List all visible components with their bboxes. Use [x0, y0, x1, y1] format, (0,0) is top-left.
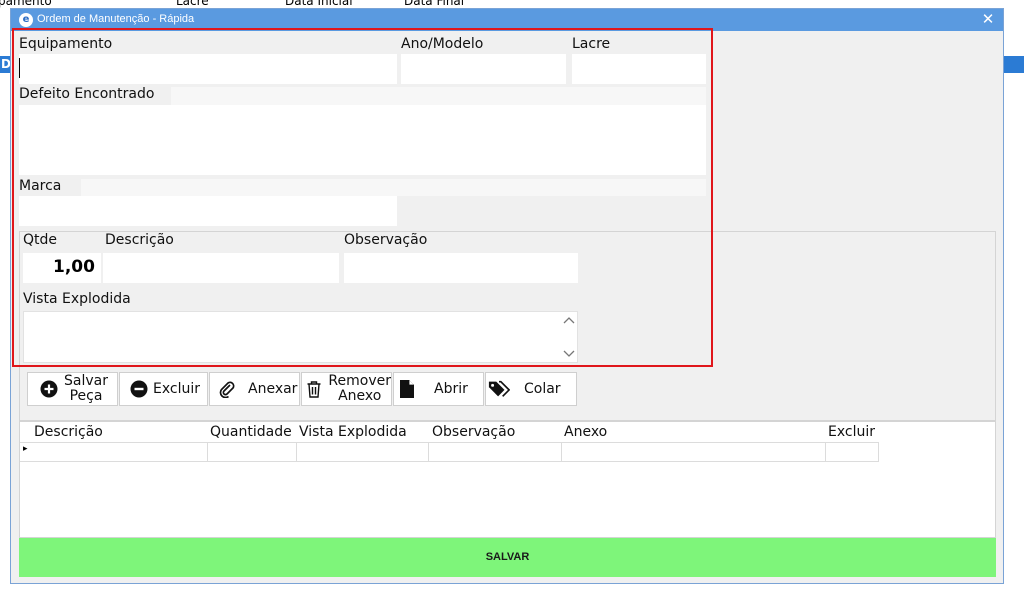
defeito-label-strip	[171, 87, 706, 105]
vista-explodida-label: Vista Explodida	[23, 291, 131, 307]
equipamento-input[interactable]	[19, 54, 397, 84]
pecas-table: Descrição Quantidade Vista Explodida Obs…	[19, 421, 996, 538]
table-header-observacao[interactable]: Observação	[432, 424, 515, 440]
window-title: Ordem de Manutenção - Rápida	[37, 13, 195, 25]
table-header-descricao[interactable]: Descrição	[34, 424, 103, 440]
salvar-peca-label-1: Salvar	[64, 373, 108, 389]
background-right-tab	[1004, 56, 1024, 73]
trash-icon	[304, 378, 324, 400]
maintenance-order-dialog: e Ordem de Manutenção - Rápida ✕ Equipam…	[10, 8, 1004, 584]
text-caret	[19, 58, 20, 78]
paperclip-icon	[216, 378, 238, 400]
marca-input[interactable]	[19, 196, 397, 226]
salvar-peca-label-2: Peça	[69, 388, 103, 404]
excluir-button[interactable]: Excluir	[119, 372, 208, 406]
table-cell[interactable]	[428, 442, 562, 462]
remover-anexo-label-2: Anexo	[338, 388, 382, 404]
title-bar[interactable]: e Ordem de Manutenção - Rápida ✕	[11, 9, 1003, 31]
scroll-down-icon[interactable]	[563, 348, 575, 361]
background-col-equipamento: pamento	[0, 0, 52, 8]
file-icon	[396, 378, 418, 400]
table-cell[interactable]: ▸	[20, 442, 208, 462]
remover-anexo-button[interactable]: Remover Anexo	[301, 372, 392, 406]
colar-label: Colar	[524, 380, 561, 397]
abrir-button[interactable]: Abrir	[393, 372, 484, 406]
descricao-label: Descrição	[105, 232, 174, 248]
minus-circle-icon	[128, 378, 150, 400]
row-indicator-icon: ▸	[23, 444, 28, 454]
vista-explodida-textarea[interactable]	[23, 311, 578, 363]
observacao-input[interactable]	[344, 253, 578, 283]
table-header-excluir[interactable]: Excluir	[828, 424, 875, 440]
salvar-peca-button[interactable]: Salvar Peça	[27, 372, 118, 406]
abrir-label: Abrir	[434, 380, 468, 397]
background-header-strip: pamento Lacre Data Inicial Data Final	[0, 0, 1024, 8]
background-left-tab: D	[0, 56, 11, 73]
anexar-button[interactable]: Anexar	[209, 372, 300, 406]
ano-modelo-label: Ano/Modelo	[401, 36, 484, 52]
table-cell[interactable]	[296, 442, 429, 462]
anexar-label: Anexar	[248, 380, 298, 397]
plus-circle-icon	[38, 378, 60, 400]
marca-label-strip	[81, 179, 706, 196]
defeito-textarea[interactable]	[19, 105, 706, 175]
descricao-input[interactable]	[103, 253, 339, 283]
background-col-data-inicial: Data Inicial	[285, 0, 353, 8]
background-col-data-final: Data Final	[404, 0, 465, 8]
observacao-label: Observação	[344, 232, 428, 248]
lacre-label: Lacre	[572, 36, 611, 52]
scroll-up-icon[interactable]	[563, 314, 575, 327]
table-cell[interactable]	[207, 442, 297, 462]
ano-modelo-input[interactable]	[401, 54, 566, 84]
qtde-input[interactable]: 1,00	[23, 253, 101, 283]
salvar-button[interactable]: SALVAR	[19, 538, 996, 577]
marca-label: Marca	[19, 178, 62, 194]
tags-icon	[488, 378, 510, 400]
app-icon: e	[19, 13, 33, 27]
qtde-label: Qtde	[23, 232, 58, 248]
excluir-label: Excluir	[153, 380, 200, 397]
lacre-input[interactable]	[572, 54, 706, 84]
equipamento-label: Equipamento	[19, 36, 113, 52]
table-header-quantidade[interactable]: Quantidade	[210, 424, 292, 440]
table-cell[interactable]	[825, 442, 879, 462]
colar-button[interactable]: Colar	[485, 372, 577, 406]
table-cell[interactable]	[561, 442, 826, 462]
table-header-vista-explodida[interactable]: Vista Explodida	[299, 424, 407, 440]
qtde-value: 1,00	[53, 257, 95, 277]
background-col-lacre: Lacre	[176, 0, 209, 8]
table-header-anexo[interactable]: Anexo	[564, 424, 607, 440]
remover-anexo-label-1: Remover	[328, 373, 391, 389]
defeito-label: Defeito Encontrado	[19, 86, 155, 102]
close-button[interactable]: ✕	[978, 10, 998, 29]
